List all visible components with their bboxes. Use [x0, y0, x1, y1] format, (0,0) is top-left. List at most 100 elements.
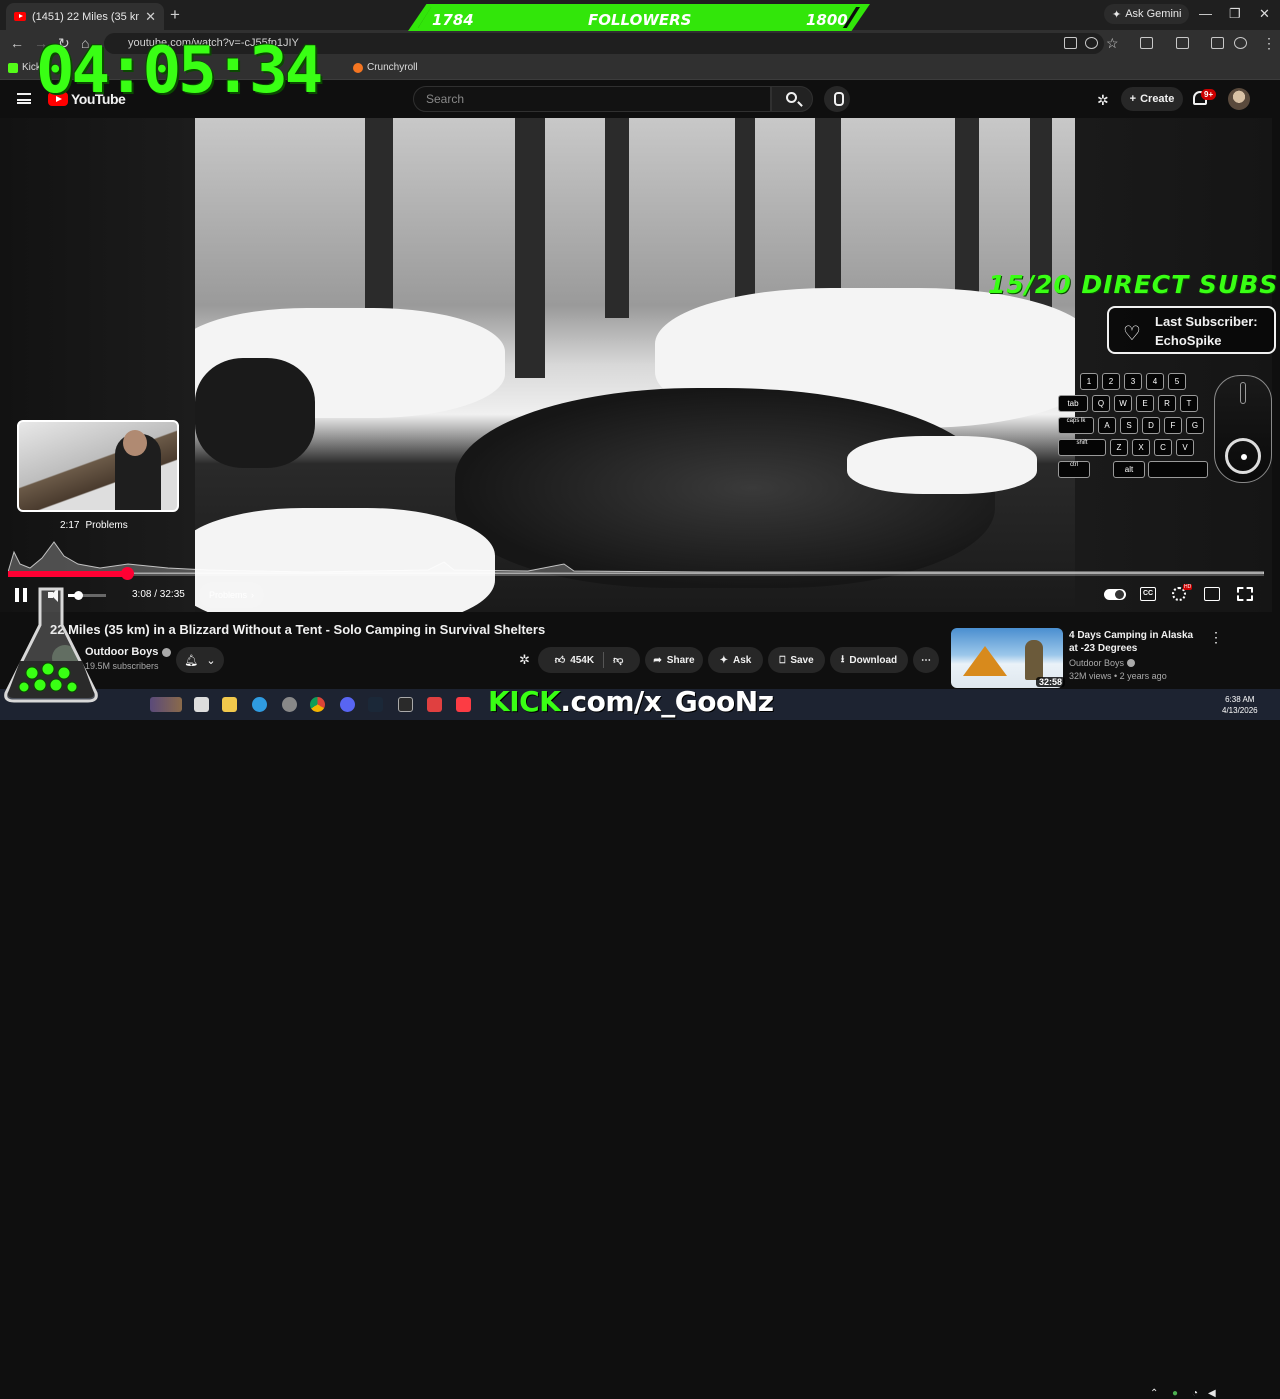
- video-scenery: [195, 358, 315, 468]
- browser-menu-icon[interactable]: ⋮: [1262, 35, 1276, 52]
- thumbs-up-icon[interactable]: 👍︎: [555, 654, 565, 666]
- bookmark-icon: ⎕: [779, 654, 786, 666]
- maximize-icon[interactable]: ❐: [1229, 6, 1241, 22]
- verified-check-icon: [162, 647, 172, 657]
- keyboard-input-overlay: 1 2 3 4 5 tab Q W E R Tcaps lk A S D F Gshift Z X C Vctrl al…: [1058, 373, 1214, 485]
- new-tab-icon[interactable]: +: [170, 5, 180, 25]
- network-icon[interactable]: ◔: [1192, 1388, 1198, 1399]
- close-window-icon[interactable]: ✕: [1259, 6, 1270, 22]
- progress-bar-played[interactable]: [8, 571, 128, 577]
- crunchyroll-icon: [353, 62, 363, 73]
- divider: [603, 652, 605, 668]
- autoplay-toggle[interactable]: [1104, 589, 1126, 600]
- bookmark-label: Crunchyroll: [367, 62, 418, 73]
- guide-menu-icon[interactable]: [17, 93, 31, 104]
- mouse-wheel-icon: [1240, 382, 1246, 404]
- task-view-icon[interactable]: [194, 697, 209, 712]
- back-arrow-icon[interactable]: ←: [10, 35, 24, 51]
- search-input[interactable]: Search: [413, 86, 771, 112]
- save-button[interactable]: ⎕ Save: [768, 647, 825, 673]
- cast-icon[interactable]: [1064, 37, 1077, 49]
- search-placeholder: Search: [426, 92, 465, 106]
- search-button[interactable]: [771, 86, 813, 112]
- app-icon[interactable]: [427, 697, 442, 712]
- epic-games-icon[interactable]: [398, 697, 413, 712]
- close-tab-icon[interactable]: ✕: [145, 9, 156, 25]
- recommended-meta: 32M views • 2 years ago: [1069, 671, 1167, 681]
- bookmark-crunchyroll[interactable]: Crunchyroll: [353, 62, 418, 73]
- key-x: X: [1132, 439, 1150, 456]
- like-dislike-pill[interactable]: 👍︎ 454K 👎︎: [538, 647, 640, 673]
- bookmark-star-icon[interactable]: ☆: [1106, 35, 1119, 52]
- flask-extension-icon[interactable]: [1176, 37, 1189, 49]
- player-controls: 3:08 / 32:35 Problems › CC HD: [0, 580, 1272, 612]
- download-button[interactable]: ⭳ Download: [830, 647, 908, 673]
- key-r: R: [1158, 395, 1176, 412]
- ask-button[interactable]: ✦ Ask: [708, 647, 763, 673]
- mouse-movement-ring: [1225, 438, 1261, 474]
- media-controls-icon[interactable]: [1211, 37, 1224, 49]
- gemini-sparkle-icon: ✦: [1112, 8, 1122, 21]
- more-actions-button[interactable]: ⋯: [913, 647, 939, 673]
- steam-icon[interactable]: [368, 697, 383, 712]
- recommended-title[interactable]: 4 Days Camping in Alaska at -23 Degrees: [1069, 629, 1197, 655]
- fullscreen-icon[interactable]: [1237, 587, 1253, 601]
- mic-tray-icon[interactable]: ●: [1172, 1388, 1178, 1399]
- like-count: 454K: [570, 654, 595, 666]
- speaker-icon[interactable]: ◀: [1208, 1388, 1216, 1399]
- last-subscriber-name: EchoSpike: [1155, 333, 1222, 348]
- key-2: 2: [1102, 373, 1120, 390]
- subscription-bell-button[interactable]: 🔔︎ ⌄: [176, 647, 224, 673]
- extensions-icon[interactable]: [1140, 37, 1153, 49]
- widgets-icon[interactable]: [150, 697, 182, 712]
- key-5: 5: [1168, 373, 1186, 390]
- account-avatar[interactable]: [1228, 88, 1250, 110]
- followers-current: 1784: [432, 11, 474, 29]
- music-icon[interactable]: [456, 697, 471, 712]
- key-ctrl: ctrl: [1058, 461, 1090, 478]
- video-player[interactable]: 2:17 Problems 3:08 / 32:35 Problems › CC…: [0, 118, 1272, 612]
- chrome-icon[interactable]: [310, 697, 325, 712]
- minimize-icon[interactable]: —: [1199, 6, 1212, 21]
- kick-brand-text: KICK: [488, 685, 561, 718]
- edge-icon[interactable]: [252, 697, 267, 712]
- ask-gemini-label: Ask Gemini: [1125, 8, 1182, 20]
- flask-mascot-icon: [4, 587, 98, 703]
- recommended-channel-text: Outdoor Boys: [1069, 658, 1125, 668]
- chevron-right-icon: ›: [251, 590, 255, 600]
- seek-preview-chapter: Problems: [85, 520, 128, 531]
- discord-icon[interactable]: [340, 697, 355, 712]
- share-arrow-icon: ➦: [653, 654, 662, 666]
- bell-icon: 🔔︎: [184, 654, 199, 667]
- time-display: 3:08 / 32:35: [132, 589, 185, 600]
- create-button[interactable]: + Create: [1121, 87, 1183, 111]
- seek-preview-thumbnail: [17, 420, 179, 512]
- recommended-channel[interactable]: Outdoor Boys: [1069, 658, 1136, 668]
- taskbar-clock[interactable]: 6:38 AM 4/13/2026: [1222, 694, 1258, 716]
- video-title: 22 Miles (35 km) in a Blizzard Without a…: [50, 622, 546, 637]
- progress-bar-track[interactable]: [8, 572, 1264, 576]
- key-t: T: [1180, 395, 1198, 412]
- tray-overflow-icon[interactable]: ⌃: [1150, 1388, 1158, 1399]
- recommended-more-icon[interactable]: ⋮: [1209, 629, 1223, 646]
- file-explorer-icon[interactable]: [222, 697, 237, 712]
- hide-icon[interactable]: [1085, 37, 1098, 49]
- captions-button[interactable]: CC: [1140, 587, 1156, 601]
- settings-app-icon[interactable]: [282, 697, 297, 712]
- ask-gemini-button[interactable]: ✦ Ask Gemini: [1104, 4, 1190, 24]
- save-label: Save: [790, 654, 814, 666]
- effects-icon[interactable]: ✲: [1097, 92, 1109, 109]
- notification-badge: 9+: [1201, 89, 1217, 100]
- miniplayer-icon[interactable]: [1204, 587, 1220, 601]
- key-4: 4: [1146, 373, 1164, 390]
- follower-goal-bar: 1784 FOLLOWERS 1800: [408, 4, 870, 31]
- browser-tab[interactable]: (1451) 22 Miles (35 km) in a... ✕: [6, 3, 164, 30]
- thumbs-down-icon[interactable]: 👎︎: [613, 654, 623, 666]
- effects-icon[interactable]: ✲: [519, 652, 530, 668]
- chapter-button[interactable]: Problems ›: [199, 582, 265, 608]
- key-q: Q: [1092, 395, 1110, 412]
- profile-avatar-icon[interactable]: [1234, 37, 1247, 49]
- most-replayed-heatmap: [8, 541, 1264, 574]
- voice-search-button[interactable]: [824, 86, 850, 112]
- share-button[interactable]: ➦ Share: [645, 647, 703, 673]
